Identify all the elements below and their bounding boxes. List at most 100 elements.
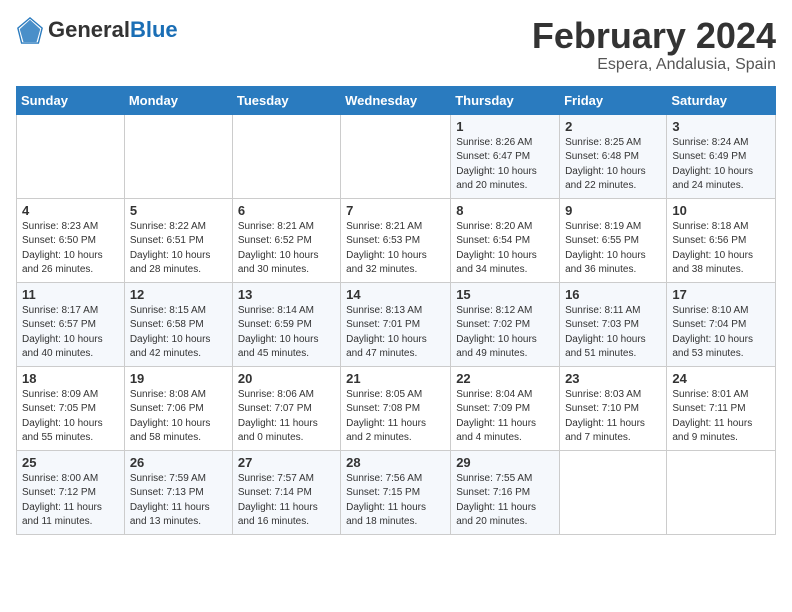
week-row-3: 11 Sunrise: 8:17 AM Sunset: 6:57 PM Dayli… [17,282,776,366]
day-info: Sunrise: 8:04 AM Sunset: 7:09 PM Dayligh… [456,388,554,446]
week-row-1: 1 Sunrise: 8:26 AM Sunset: 6:47 PM Daylig… [17,114,776,198]
col-header-saturday: Saturday [667,86,776,114]
day-number: 14 [346,287,445,302]
day-info: Sunrise: 8:20 AM Sunset: 6:54 PM Dayligh… [456,220,554,278]
day-info: Sunrise: 8:14 AM Sunset: 6:59 PM Dayligh… [238,304,335,362]
day-number: 5 [130,203,227,218]
day-number: 13 [238,287,335,302]
day-info: Sunrise: 8:13 AM Sunset: 7:01 PM Dayligh… [346,304,445,362]
calendar-cell: 21 Sunrise: 8:05 AM Sunset: 7:08 PM Dayli… [341,366,451,450]
day-number: 1 [456,119,554,134]
day-info: Sunrise: 7:59 AM Sunset: 7:13 PM Dayligh… [130,472,227,530]
col-header-sunday: Sunday [17,86,125,114]
calendar-cell: 1 Sunrise: 8:26 AM Sunset: 6:47 PM Daylig… [451,114,560,198]
day-number: 17 [672,287,770,302]
calendar-cell: 5 Sunrise: 8:22 AM Sunset: 6:51 PM Daylig… [124,198,232,282]
calendar-cell [124,114,232,198]
calendar-cell: 6 Sunrise: 8:21 AM Sunset: 6:52 PM Daylig… [232,198,340,282]
calendar-cell: 15 Sunrise: 8:12 AM Sunset: 7:02 PM Dayli… [451,282,560,366]
calendar-cell: 4 Sunrise: 8:23 AM Sunset: 6:50 PM Daylig… [17,198,125,282]
day-info: Sunrise: 8:00 AM Sunset: 7:12 PM Dayligh… [22,472,119,530]
day-number: 25 [22,455,119,470]
week-row-2: 4 Sunrise: 8:23 AM Sunset: 6:50 PM Daylig… [17,198,776,282]
day-info: Sunrise: 8:21 AM Sunset: 6:52 PM Dayligh… [238,220,335,278]
day-number: 9 [565,203,661,218]
col-header-monday: Monday [124,86,232,114]
header: GeneralBlue February 2024 Espera, Andalu… [16,16,776,74]
day-info: Sunrise: 8:12 AM Sunset: 7:02 PM Dayligh… [456,304,554,362]
day-info: Sunrise: 8:11 AM Sunset: 7:03 PM Dayligh… [565,304,661,362]
col-header-tuesday: Tuesday [232,86,340,114]
calendar-cell [667,450,776,534]
day-number: 7 [346,203,445,218]
day-info: Sunrise: 8:19 AM Sunset: 6:55 PM Dayligh… [565,220,661,278]
calendar-cell: 10Sunrise: 8:18 AM Sunset: 6:56 PM Dayli… [667,198,776,282]
calendar-cell: 7 Sunrise: 8:21 AM Sunset: 6:53 PM Daylig… [341,198,451,282]
day-info: Sunrise: 8:09 AM Sunset: 7:05 PM Dayligh… [22,388,119,446]
logo-icon [16,16,44,44]
day-number: 22 [456,371,554,386]
logo-text: GeneralBlue [48,17,178,43]
calendar-cell: 19 Sunrise: 8:08 AM Sunset: 7:06 PM Dayli… [124,366,232,450]
calendar-cell [17,114,125,198]
day-number: 21 [346,371,445,386]
day-info: Sunrise: 8:06 AM Sunset: 7:07 PM Dayligh… [238,388,335,446]
calendar-cell: 3 Sunrise: 8:24 AM Sunset: 6:49 PM Daylig… [667,114,776,198]
day-number: 4 [22,203,119,218]
month-year-title: February 2024 [532,16,776,56]
day-number: 16 [565,287,661,302]
col-header-wednesday: Wednesday [341,86,451,114]
day-number: 20 [238,371,335,386]
day-number: 11 [22,287,119,302]
calendar-cell [341,114,451,198]
calendar-cell: 22 Sunrise: 8:04 AM Sunset: 7:09 PM Dayli… [451,366,560,450]
day-number: 6 [238,203,335,218]
day-number: 19 [130,371,227,386]
week-row-4: 18 Sunrise: 8:09 AM Sunset: 7:05 PM Dayli… [17,366,776,450]
calendar-cell: 27Sunrise: 7:57 AM Sunset: 7:14 PM Dayli… [232,450,340,534]
calendar-cell: 17 Sunrise: 8:10 AM Sunset: 7:04 PM Dayli… [667,282,776,366]
calendar-cell [232,114,340,198]
day-info: Sunrise: 8:24 AM Sunset: 6:49 PM Dayligh… [672,136,770,194]
day-info: Sunrise: 8:03 AM Sunset: 7:10 PM Dayligh… [565,388,661,446]
calendar-cell: 9 Sunrise: 8:19 AM Sunset: 6:55 PM Daylig… [560,198,667,282]
calendar-cell: 16 Sunrise: 8:11 AM Sunset: 7:03 PM Dayli… [560,282,667,366]
day-info: Sunrise: 8:26 AM Sunset: 6:47 PM Dayligh… [456,136,554,194]
calendar-cell: 29 Sunrise: 7:55 AM Sunset: 7:16 PM Dayli… [451,450,560,534]
day-info: Sunrise: 7:56 AM Sunset: 7:15 PM Dayligh… [346,472,445,530]
calendar-cell: 2Sunrise: 8:25 AM Sunset: 6:48 PM Daylig… [560,114,667,198]
day-number: 28 [346,455,445,470]
day-info: Sunrise: 8:21 AM Sunset: 6:53 PM Dayligh… [346,220,445,278]
calendar-cell: 13 Sunrise: 8:14 AM Sunset: 6:59 PM Dayli… [232,282,340,366]
day-info: Sunrise: 7:55 AM Sunset: 7:16 PM Dayligh… [456,472,554,530]
location-subtitle: Espera, Andalusia, Spain [532,56,776,74]
logo-blue: Blue [130,17,178,42]
day-number: 15 [456,287,554,302]
col-header-friday: Friday [560,86,667,114]
title-area: February 2024 Espera, Andalusia, Spain [532,16,776,74]
day-number: 23 [565,371,661,386]
day-info: Sunrise: 8:22 AM Sunset: 6:51 PM Dayligh… [130,220,227,278]
day-info: Sunrise: 8:25 AM Sunset: 6:48 PM Dayligh… [565,136,661,194]
day-number: 18 [22,371,119,386]
logo: GeneralBlue [16,16,178,44]
day-info: Sunrise: 8:08 AM Sunset: 7:06 PM Dayligh… [130,388,227,446]
day-info: Sunrise: 7:57 AM Sunset: 7:14 PM Dayligh… [238,472,335,530]
day-info: Sunrise: 8:17 AM Sunset: 6:57 PM Dayligh… [22,304,119,362]
calendar-table: SundayMondayTuesdayWednesdayThursdayFrid… [16,86,776,535]
day-info: Sunrise: 8:10 AM Sunset: 7:04 PM Dayligh… [672,304,770,362]
day-number: 12 [130,287,227,302]
day-info: Sunrise: 8:05 AM Sunset: 7:08 PM Dayligh… [346,388,445,446]
day-info: Sunrise: 8:01 AM Sunset: 7:11 PM Dayligh… [672,388,770,446]
day-info: Sunrise: 8:23 AM Sunset: 6:50 PM Dayligh… [22,220,119,278]
day-number: 26 [130,455,227,470]
day-number: 8 [456,203,554,218]
day-number: 29 [456,455,554,470]
day-info: Sunrise: 8:15 AM Sunset: 6:58 PM Dayligh… [130,304,227,362]
calendar-cell: 18 Sunrise: 8:09 AM Sunset: 7:05 PM Dayli… [17,366,125,450]
day-number: 10 [672,203,770,218]
calendar-cell: 8 Sunrise: 8:20 AM Sunset: 6:54 PM Daylig… [451,198,560,282]
day-number: 3 [672,119,770,134]
calendar-cell: 20 Sunrise: 8:06 AM Sunset: 7:07 PM Dayli… [232,366,340,450]
day-number: 24 [672,371,770,386]
